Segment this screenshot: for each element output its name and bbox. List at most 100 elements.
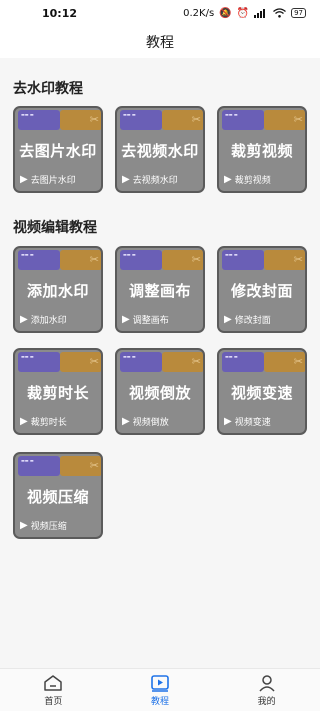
mute-icon: 🔕 — [219, 7, 232, 19]
card-label: 裁剪视频 — [234, 176, 271, 186]
card-title: 调整画布 — [128, 282, 191, 300]
play-icon: ▶ — [122, 313, 130, 325]
scissors-icon: ✂ — [293, 253, 303, 266]
card-preview-panel: ✂ — [162, 110, 203, 130]
card-label: 调整画布 — [132, 316, 169, 326]
scissors-icon: ✂ — [191, 113, 201, 126]
status-time: 10:12 — [42, 6, 78, 20]
user-icon — [259, 674, 275, 692]
scissors-icon: ✂ — [293, 113, 303, 126]
card-preview-panel: ✂ — [60, 250, 101, 270]
card-label: 去图片水印 — [30, 176, 76, 186]
card-title: 去视频水印 — [121, 142, 199, 160]
card-play-label: ▶ 视频倒放 — [122, 415, 169, 428]
play-icon: ▶ — [20, 313, 28, 325]
card-label: 去视频水印 — [132, 176, 178, 186]
card-label: 视频倒放 — [132, 418, 169, 428]
battery-icon: 97 — [291, 8, 306, 18]
tutorial-card-remove-image-watermark[interactable]: ▬▬ ▬ ✂ 去图片水印 ▶ 去图片水印 — [13, 106, 103, 193]
card-play-label: ▶ 修改封面 — [224, 313, 271, 326]
tutorial-card-reverse-video[interactable]: ▬▬ ▬ ✂ 视频倒放 ▶ 视频倒放 — [115, 348, 205, 435]
card-title: 视频压缩 — [26, 488, 89, 506]
status-icons: 0.2K/s 🔕 ⏰ 97 — [183, 8, 306, 19]
card-title: 视频变速 — [230, 384, 293, 402]
alarm-icon: ⏰ — [236, 7, 250, 19]
section-title-video-edit: 视频编辑教程 — [13, 220, 97, 236]
tutorial-card-video-compress[interactable]: ▬▬ ▬ ✂ 视频压缩 ▶ 视频压缩 — [13, 452, 103, 539]
scissors-icon: ✂ — [89, 253, 99, 266]
section-title-watermark: 去水印教程 — [13, 81, 83, 97]
card-play-label: ▶ 裁剪视频 — [224, 173, 271, 186]
page-title: 教程 — [146, 35, 174, 51]
card-preview-panel: ✂ — [60, 352, 101, 372]
card-title: 添加水印 — [26, 282, 89, 300]
nav-item-home[interactable]: 首页 — [13, 674, 93, 707]
scissors-icon: ✂ — [89, 459, 99, 472]
tutorial-card-trim-duration[interactable]: ▬▬ ▬ ✂ 裁剪时长 ▶ 裁剪时长 — [13, 348, 103, 435]
card-preview-panel: ▬▬ ▬ — [18, 110, 60, 130]
card-preview-panel: ✂ — [264, 352, 305, 372]
scissors-icon: ✂ — [293, 355, 303, 368]
nav-item-mine[interactable]: 我的 — [227, 674, 307, 707]
card-preview-panel: ✂ — [264, 110, 305, 130]
card-play-label: ▶ 去视频水印 — [122, 173, 178, 186]
card-play-label: ▶ 去图片水印 — [20, 173, 76, 186]
card-label: 视频变速 — [234, 418, 271, 428]
card-preview-panel: ▬▬ ▬ — [222, 352, 264, 372]
card-label: 裁剪时长 — [30, 418, 67, 428]
card-play-label: ▶ 视频压缩 — [20, 519, 67, 532]
card-label: 视频压缩 — [30, 522, 67, 532]
play-icon: ▶ — [20, 173, 28, 185]
home-icon — [44, 674, 63, 691]
card-title: 裁剪时长 — [26, 384, 89, 402]
tutorial-card-add-watermark[interactable]: ▬▬ ▬ ✂ 添加水印 ▶ 添加水印 — [13, 246, 103, 333]
tutorial-card-crop-video[interactable]: ▬▬ ▬ ✂ 裁剪视频 ▶ 裁剪视频 — [217, 106, 307, 193]
card-title: 裁剪视频 — [230, 142, 293, 160]
card-preview-panel: ▬▬ ▬ — [222, 250, 264, 270]
card-preview-panel: ▬▬ ▬ — [120, 110, 162, 130]
card-preview-panel: ▬▬ ▬ — [18, 456, 60, 476]
card-preview-panel: ✂ — [162, 250, 203, 270]
page-title-bar: 教程 — [0, 26, 320, 58]
card-preview-panel: ✂ — [60, 110, 101, 130]
nav-label: 首页 — [44, 696, 63, 707]
play-icon: ▶ — [224, 173, 232, 185]
card-play-label: ▶ 视频变速 — [224, 415, 271, 428]
play-icon: ▶ — [20, 415, 28, 427]
scissors-icon: ✂ — [89, 113, 99, 126]
scissors-icon: ✂ — [89, 355, 99, 368]
status-bar: 10:12 0.2K/s 🔕 ⏰ 97 — [0, 0, 320, 26]
signal-icon — [254, 9, 266, 18]
scissors-icon: ✂ — [191, 253, 201, 266]
tutorial-card-remove-video-watermark[interactable]: ▬▬ ▬ ✂ 去视频水印 ▶ 去视频水印 — [115, 106, 205, 193]
tutorial-content: 去水印教程 视频编辑教程 ▬▬ ▬ ✂ 去图片水印 ▶ 去图片水印 ▬▬ ▬ ✂… — [0, 58, 320, 668]
play-tutorial-icon — [151, 674, 169, 692]
tutorial-card-change-cover[interactable]: ▬▬ ▬ ✂ 修改封面 ▶ 修改封面 — [217, 246, 307, 333]
card-title: 修改封面 — [230, 282, 293, 300]
card-preview-panel: ✂ — [264, 250, 305, 270]
card-preview-panel: ✂ — [162, 352, 203, 372]
card-preview-panel: ▬▬ ▬ — [18, 250, 60, 270]
card-preview-panel: ▬▬ ▬ — [120, 352, 162, 372]
play-icon: ▶ — [20, 519, 28, 531]
play-icon: ▶ — [122, 415, 130, 427]
play-icon: ▶ — [122, 173, 130, 185]
card-preview-panel: ▬▬ ▬ — [222, 110, 264, 130]
card-preview-panel: ▬▬ ▬ — [18, 352, 60, 372]
wifi-icon — [273, 8, 286, 18]
card-play-label: ▶ 裁剪时长 — [20, 415, 67, 428]
tutorial-card-video-speed[interactable]: ▬▬ ▬ ✂ 视频变速 ▶ 视频变速 — [217, 348, 307, 435]
nav-item-tutorial[interactable]: 教程 — [120, 674, 200, 707]
play-icon: ▶ — [224, 415, 232, 427]
tutorial-card-adjust-canvas[interactable]: ▬▬ ▬ ✂ 调整画布 ▶ 调整画布 — [115, 246, 205, 333]
bottom-nav: 首页 教程 我的 — [0, 668, 320, 711]
scissors-icon: ✂ — [191, 355, 201, 368]
card-preview-panel: ✂ — [60, 456, 101, 476]
card-play-label: ▶ 调整画布 — [122, 313, 169, 326]
card-label: 添加水印 — [30, 316, 67, 326]
card-title: 视频倒放 — [128, 384, 191, 402]
card-play-label: ▶ 添加水印 — [20, 313, 67, 326]
net-speed: 0.2K/s — [183, 7, 215, 19]
nav-label: 我的 — [257, 696, 276, 707]
nav-label: 教程 — [150, 696, 169, 707]
